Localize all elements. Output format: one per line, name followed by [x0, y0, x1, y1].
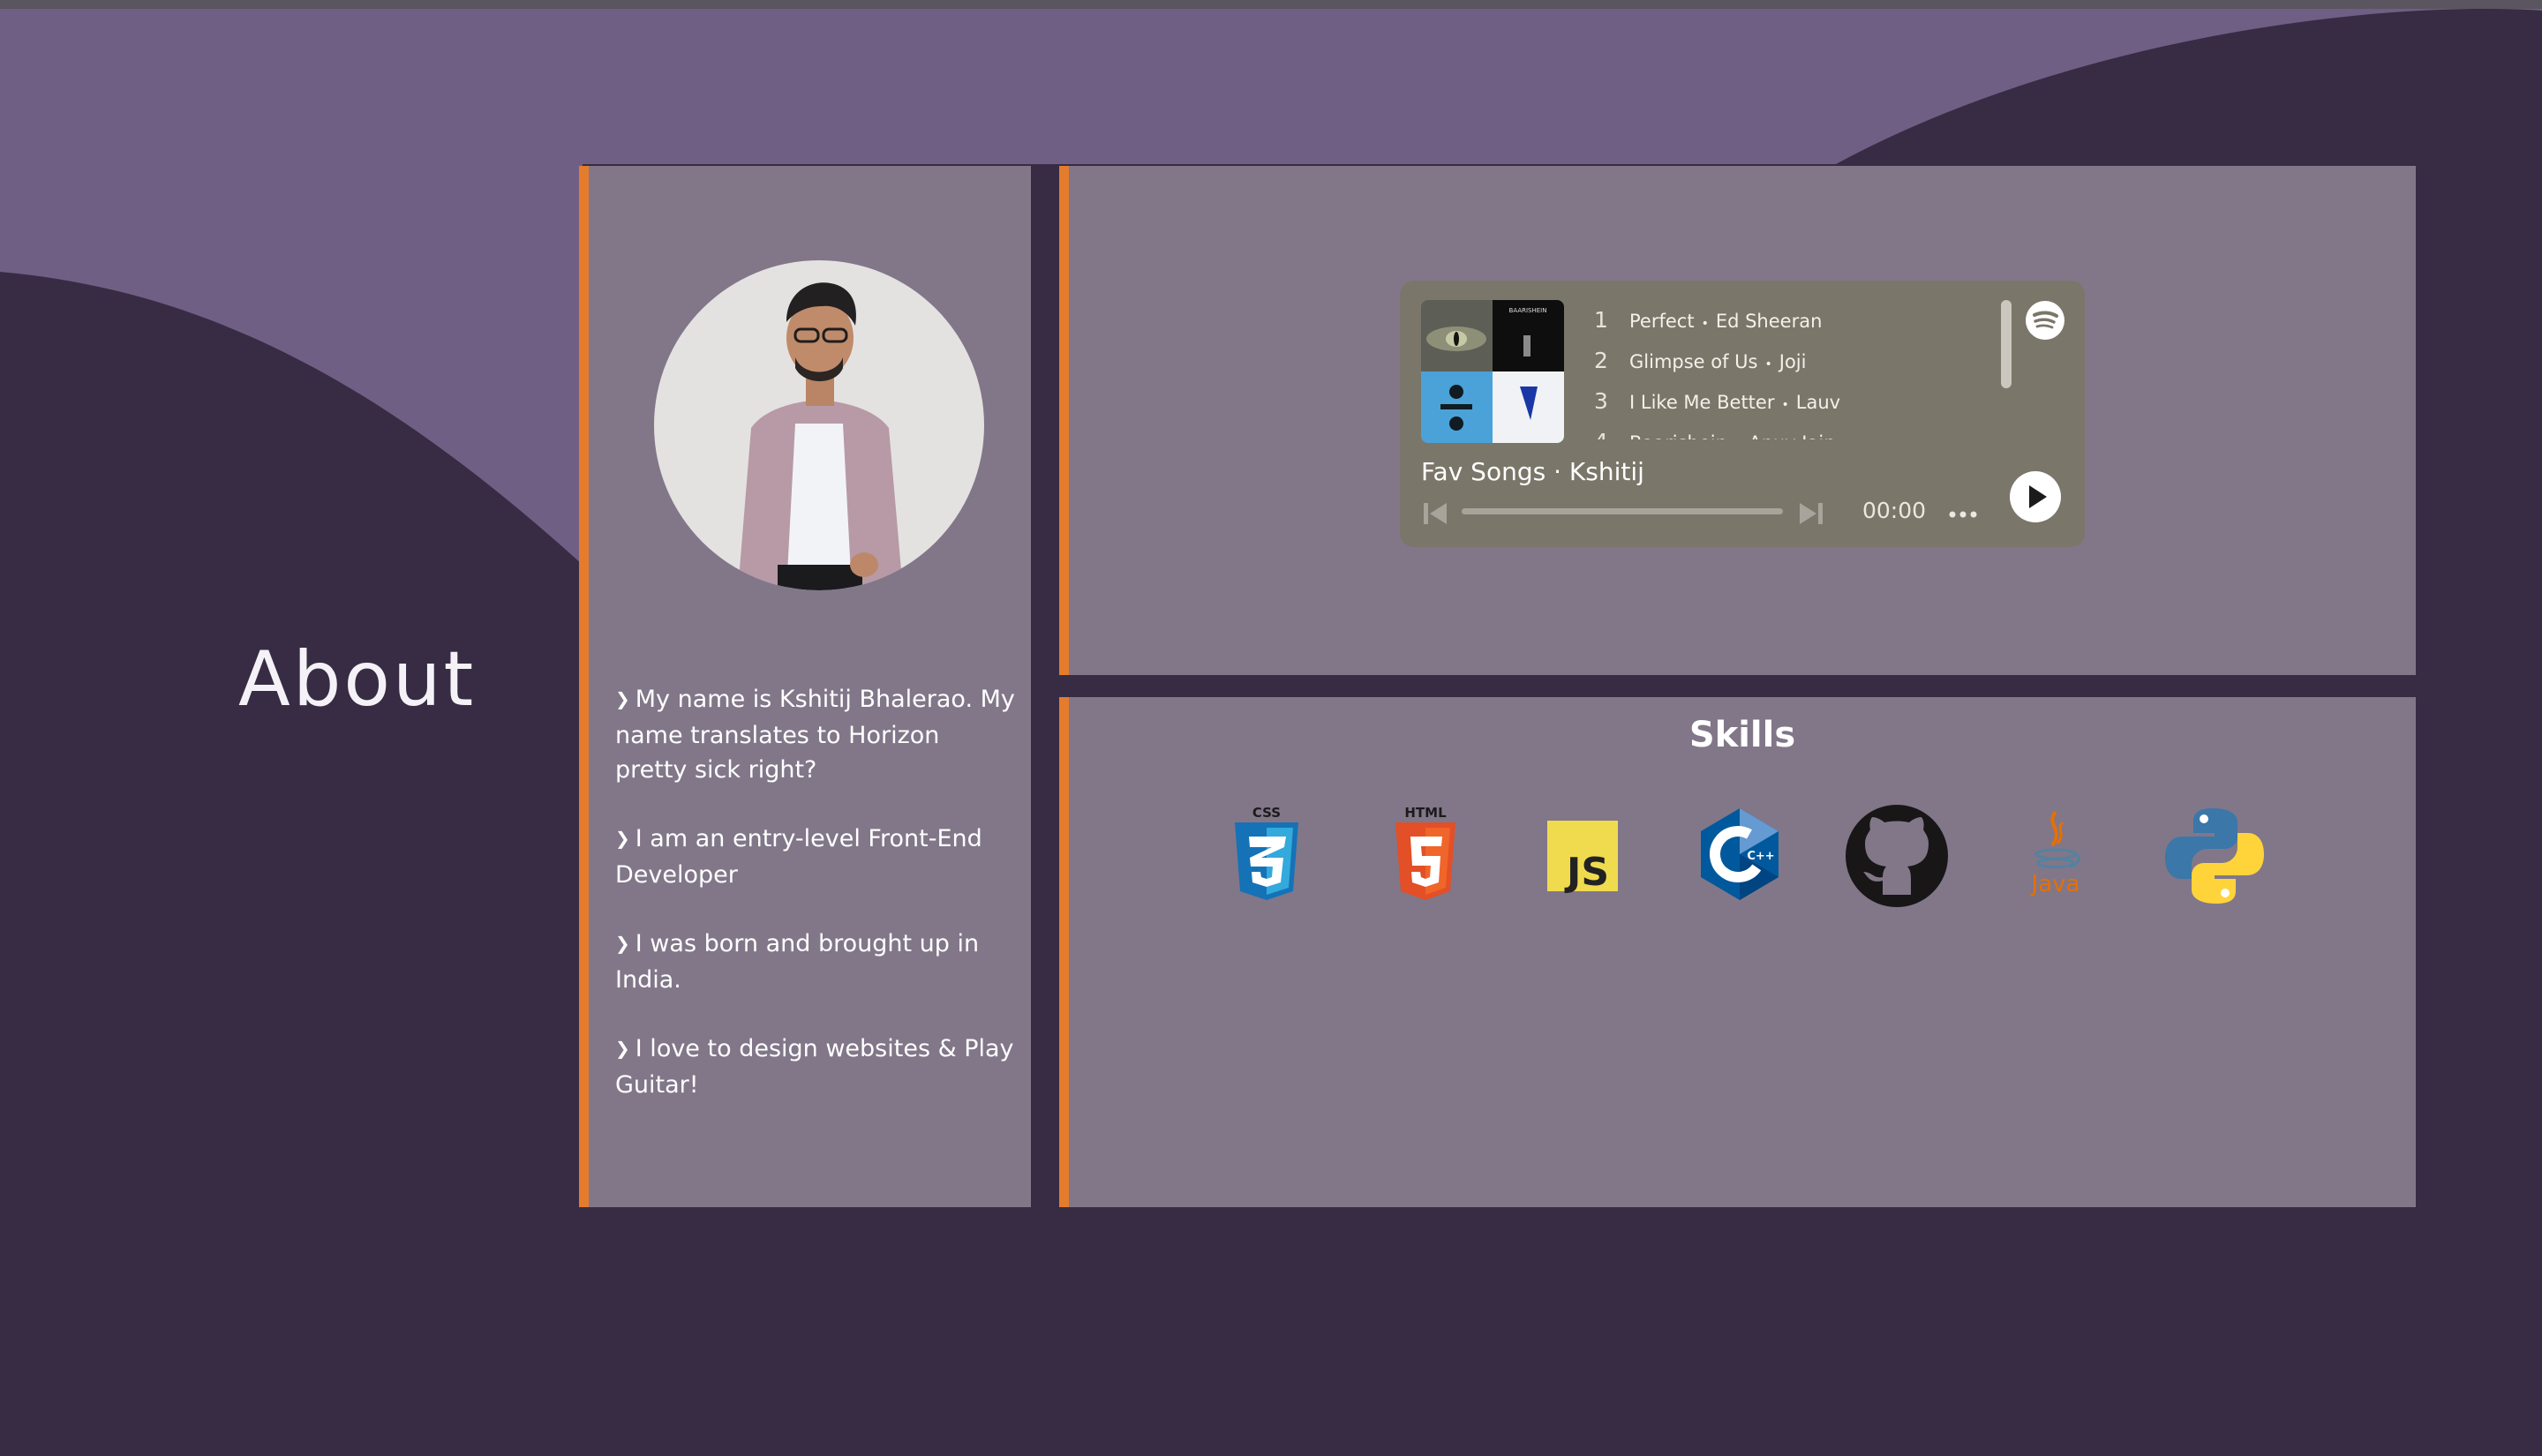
css3-icon[interactable]: CSS [1214, 803, 1320, 909]
java-label: Java [2030, 871, 2080, 897]
track-list: 1 Perfect • Ed Sheeran 2 Glimpse of Us • Joji … [1594, 300, 1982, 439]
avatar [654, 260, 984, 590]
cpp-icon[interactable]: C++ [1687, 803, 1793, 909]
play-icon[interactable] [2009, 470, 2062, 523]
bio-list: My name is Kshitij Bhalerao. My name tra… [615, 682, 1017, 1137]
skills-card: Skills CSS HTML JS C++ Java [1059, 697, 2416, 1207]
bio-item: I was born and brought up in India. [615, 927, 1017, 997]
cpp-label: C++ [1747, 850, 1774, 863]
github-icon[interactable] [1844, 803, 1950, 909]
track-title: Baarishein [1629, 432, 1727, 439]
album-tile-text: BAARISHEIN [1509, 307, 1547, 314]
track-artist[interactable]: Lauv [1796, 392, 1840, 413]
next-track-icon[interactable] [1797, 499, 1825, 528]
track-artist[interactable]: Joji [1779, 351, 1807, 372]
track-row[interactable]: 4Baarishein•Anuv Jain [1594, 422, 1982, 439]
python-icon[interactable] [2162, 803, 2267, 909]
bio-item: I am an entry-level Front-End Developer [615, 822, 1017, 892]
previous-track-icon[interactable] [1421, 499, 1449, 528]
track-artist[interactable]: Ed Sheeran [1716, 311, 1823, 332]
about-page: About My name [0, 0, 2542, 1456]
track-row[interactable]: 1 Perfect • Ed Sheeran [1594, 300, 1982, 341]
track-list-scrollbar[interactable] [2001, 300, 2012, 388]
bio-item: My name is Kshitij Bhalerao. My name tra… [615, 682, 1017, 787]
bio-item: I love to design websites & Play Guitar! [615, 1032, 1017, 1102]
track-row[interactable]: 2 Glimpse of Us • Joji [1594, 341, 1982, 381]
javascript-label: JS [1564, 850, 1609, 895]
track-row[interactable]: 3I Like Me Better • Lauv [1594, 381, 1982, 422]
playlist-cover: BAARISHEIN [1421, 300, 1564, 443]
track-number: 3 [1594, 388, 1608, 414]
track-number: 1 [1594, 307, 1608, 333]
track-title: I Like Me Better [1629, 392, 1775, 413]
html5-label: HTML [1404, 805, 1447, 821]
music-card: BAARISHEIN 1 Perfect • Ed Sheeran 2 Glimpse … [1059, 166, 2416, 675]
track-artist[interactable]: Anuv Jain [1749, 432, 1835, 439]
javascript-icon[interactable]: JS [1530, 803, 1636, 909]
time-label: 00:00 [1862, 498, 1927, 523]
html5-icon[interactable]: HTML [1373, 803, 1478, 909]
more-options-icon[interactable] [1945, 501, 1981, 528]
css3-label: CSS [1252, 805, 1281, 821]
progress-bar[interactable] [1462, 508, 1783, 514]
track-number: 4 [1594, 422, 1629, 439]
java-icon[interactable]: Java [2003, 803, 2109, 909]
spotify-icon[interactable] [2025, 300, 2065, 341]
track-title: Glimpse of Us [1629, 351, 1758, 372]
skills-title: Skills [1688, 715, 1796, 755]
track-title: Perfect [1629, 311, 1695, 332]
page-title: About [238, 635, 477, 724]
playlist-title[interactable]: Fav Songs · Kshitij [1421, 457, 1644, 486]
profile-card: My name is Kshitij Bhalerao. My name tra… [579, 166, 1031, 1207]
track-number: 2 [1594, 348, 1608, 373]
spotify-player[interactable]: BAARISHEIN 1 Perfect • Ed Sheeran 2 Glimpse … [1400, 281, 2085, 547]
